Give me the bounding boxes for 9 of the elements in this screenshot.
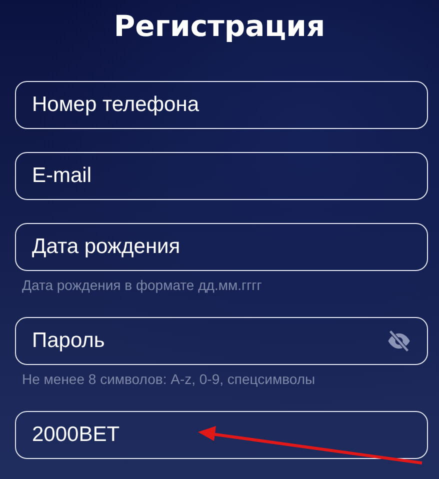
input-field[interactable]: Пароль: [15, 317, 428, 365]
field-hint: Дата рождения в формате дд.мм.гггг: [21, 277, 263, 294]
page-title: Регистрация: [112, 8, 326, 45]
field-hint: Не менее 8 символов: A-z, 0-9, спецсимволы: [21, 371, 316, 388]
input-field[interactable]: 2000BET: [15, 411, 428, 459]
input-field[interactable]: E-mail: [15, 152, 428, 200]
hidden-eye-icon[interactable]: [386, 328, 412, 354]
input-field[interactable]: Дата рождения: [15, 223, 428, 271]
input-field[interactable]: Номер телефона: [15, 81, 428, 129]
